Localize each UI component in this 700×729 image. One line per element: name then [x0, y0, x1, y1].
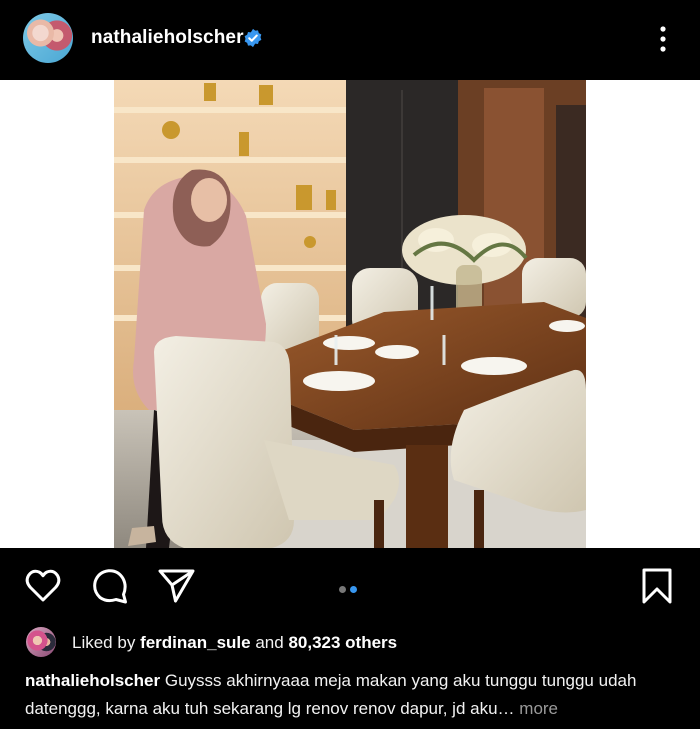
post-header: nathalieholscher [0, 0, 700, 80]
verified-badge-icon [244, 28, 262, 48]
likes-summary[interactable]: Liked by ferdinan_sule and 80,323 others [72, 633, 397, 653]
bookmark-icon[interactable] [637, 566, 677, 606]
comment-icon[interactable] [90, 566, 130, 606]
heart-icon[interactable] [23, 566, 63, 606]
likes-joiner: and [255, 633, 284, 652]
carousel-indicator [339, 580, 361, 598]
likes-row[interactable]: Liked by ferdinan_sule and 80,323 others [0, 625, 700, 659]
caption-more-link[interactable]: more [519, 699, 558, 718]
post-username[interactable]: nathalieholscher [91, 27, 244, 49]
carousel-dot-1 [339, 586, 346, 593]
more-vertical-icon[interactable] [652, 24, 674, 54]
caption-ellipsis: … [497, 699, 515, 718]
post-image[interactable] [0, 80, 700, 548]
post-caption: nathalieholscher Guysss akhirnyaaa meja … [25, 667, 675, 723]
dining-room-photo [114, 80, 586, 548]
likes-count[interactable]: 80,323 others [288, 633, 397, 652]
send-icon[interactable] [156, 566, 196, 606]
liker-avatar[interactable] [26, 627, 56, 657]
likes-prefix: Liked by [72, 633, 136, 652]
profile-avatar[interactable] [23, 13, 73, 63]
liker-username[interactable]: ferdinan_sule [140, 633, 251, 652]
caption-username[interactable]: nathalieholscher [25, 671, 160, 690]
carousel-dot-2-active [350, 586, 357, 593]
